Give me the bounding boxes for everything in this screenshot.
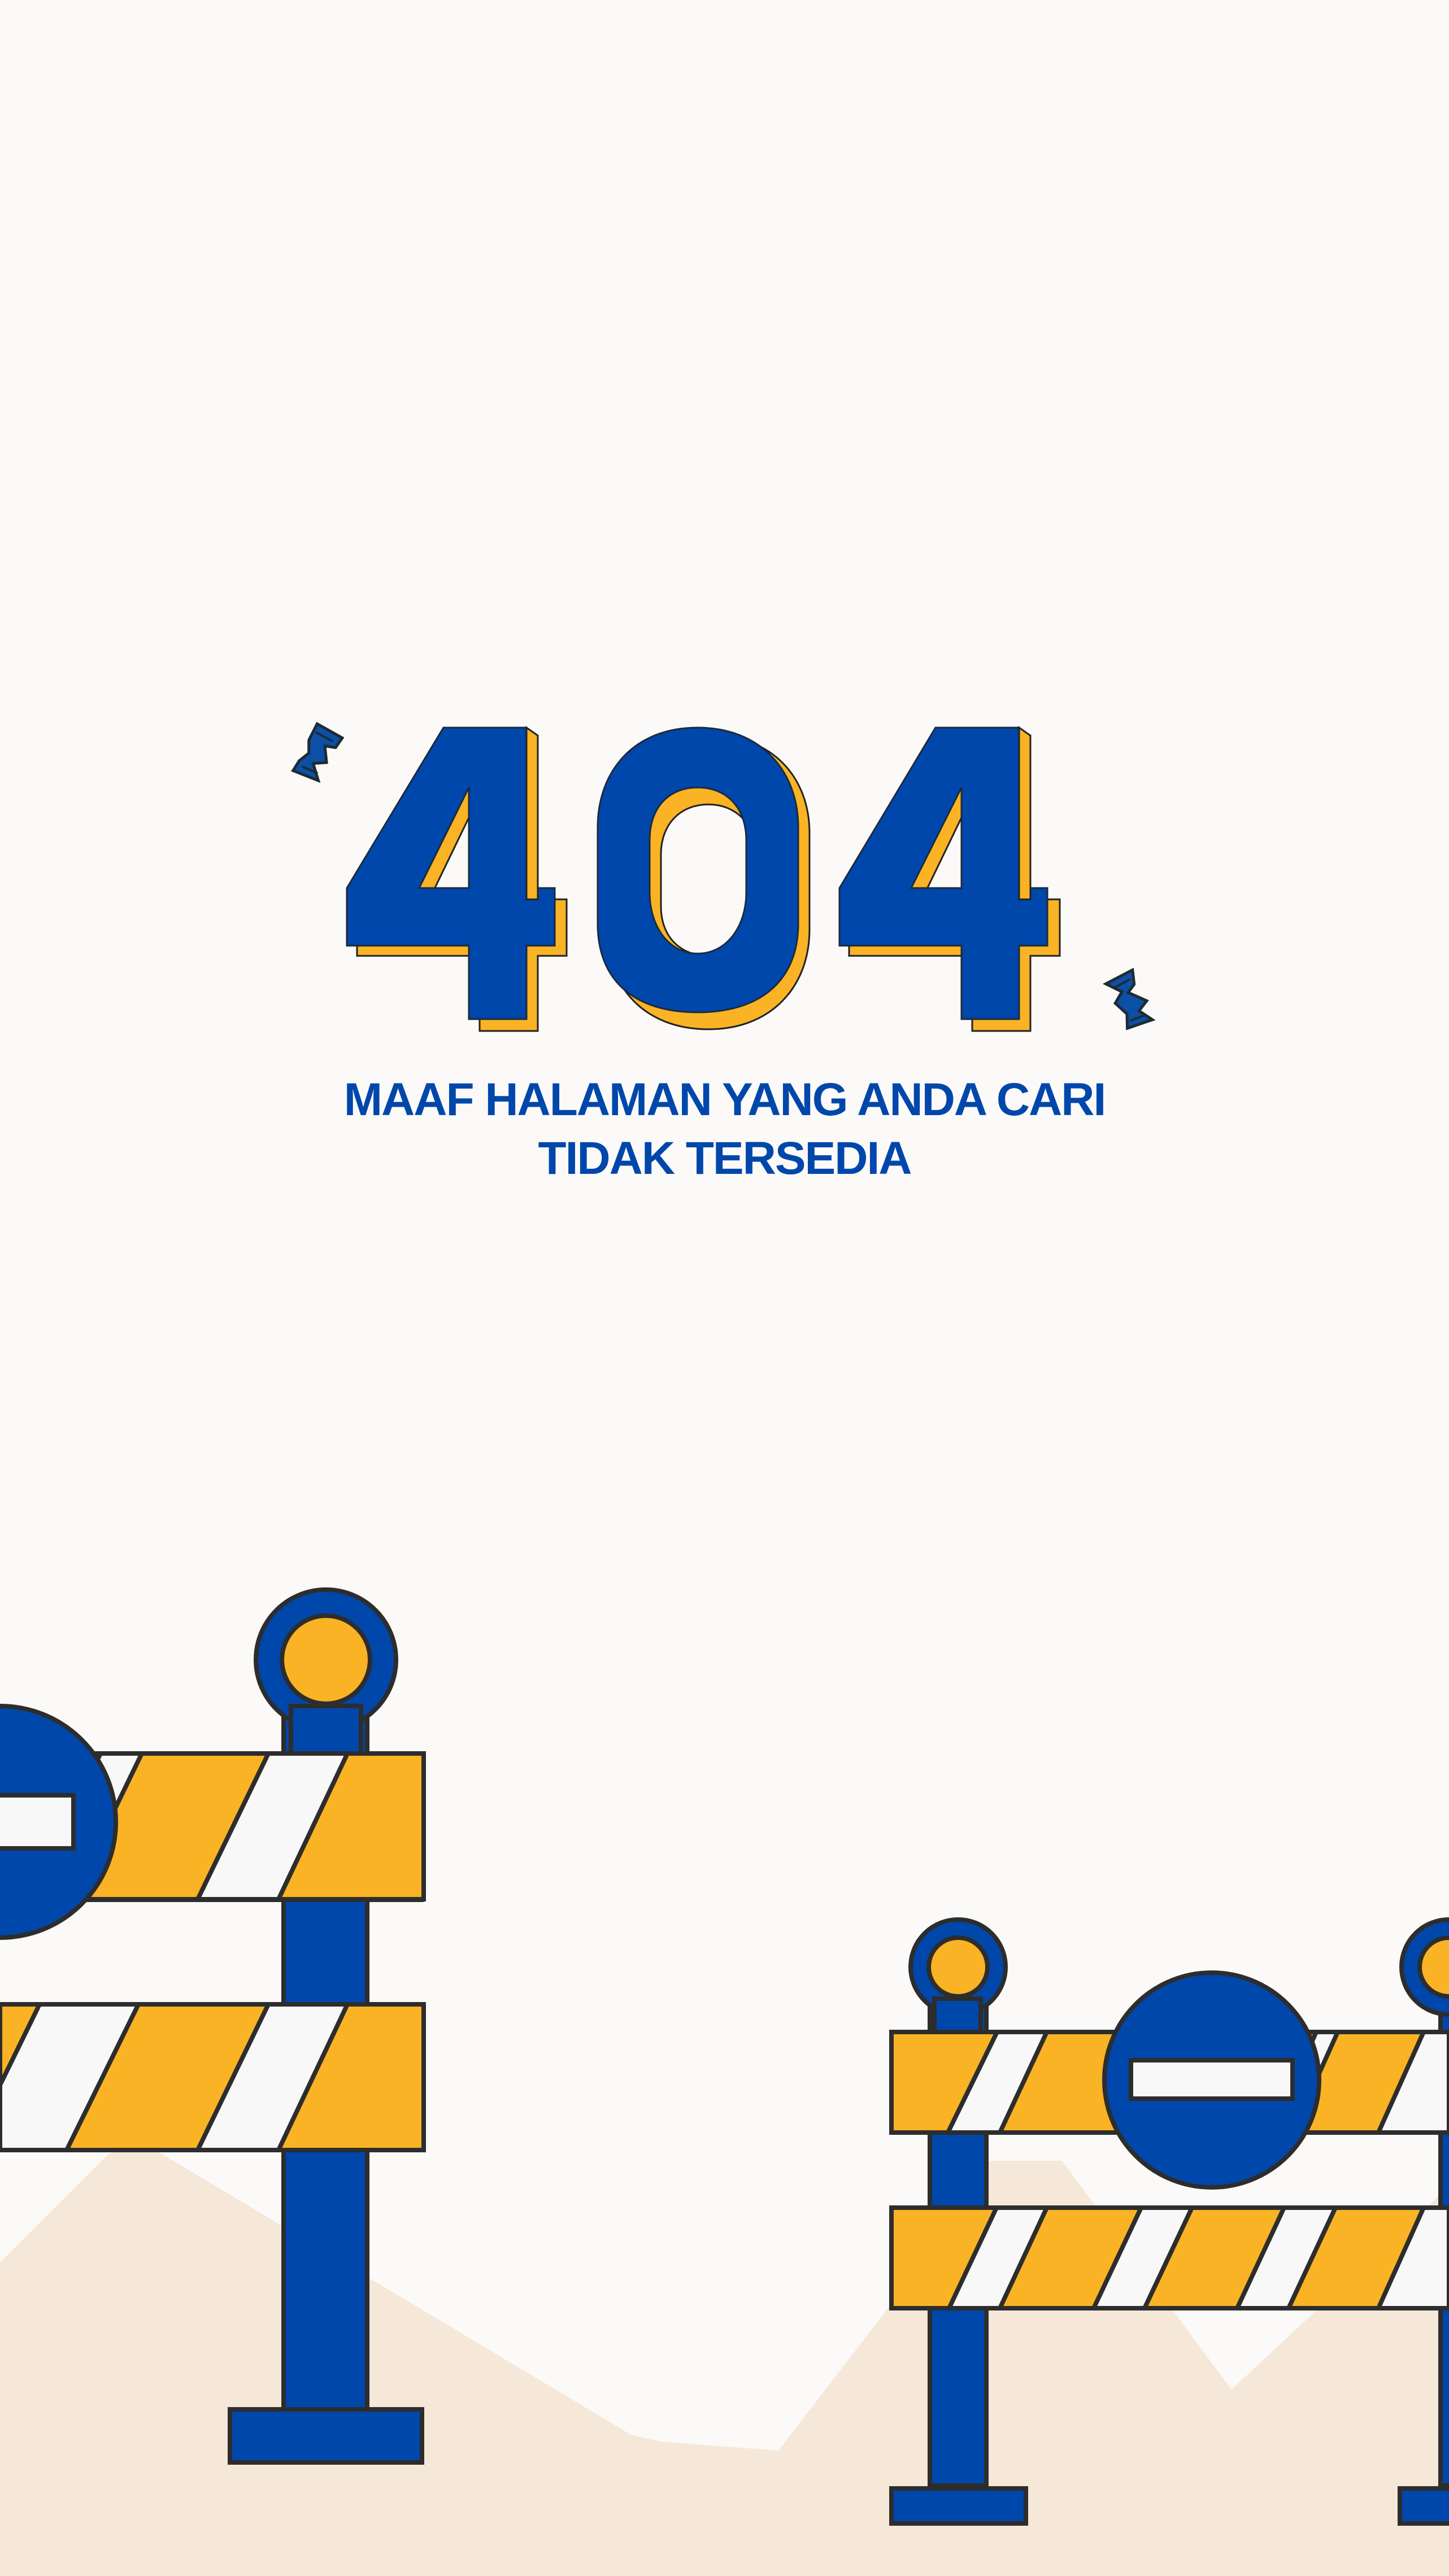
not-found-page: MAAF HALAMAN YANG ANDA CARI TIDAK TERSED…: [0, 0, 1449, 2576]
right-road-barrier-icon: [889, 1917, 1449, 2526]
